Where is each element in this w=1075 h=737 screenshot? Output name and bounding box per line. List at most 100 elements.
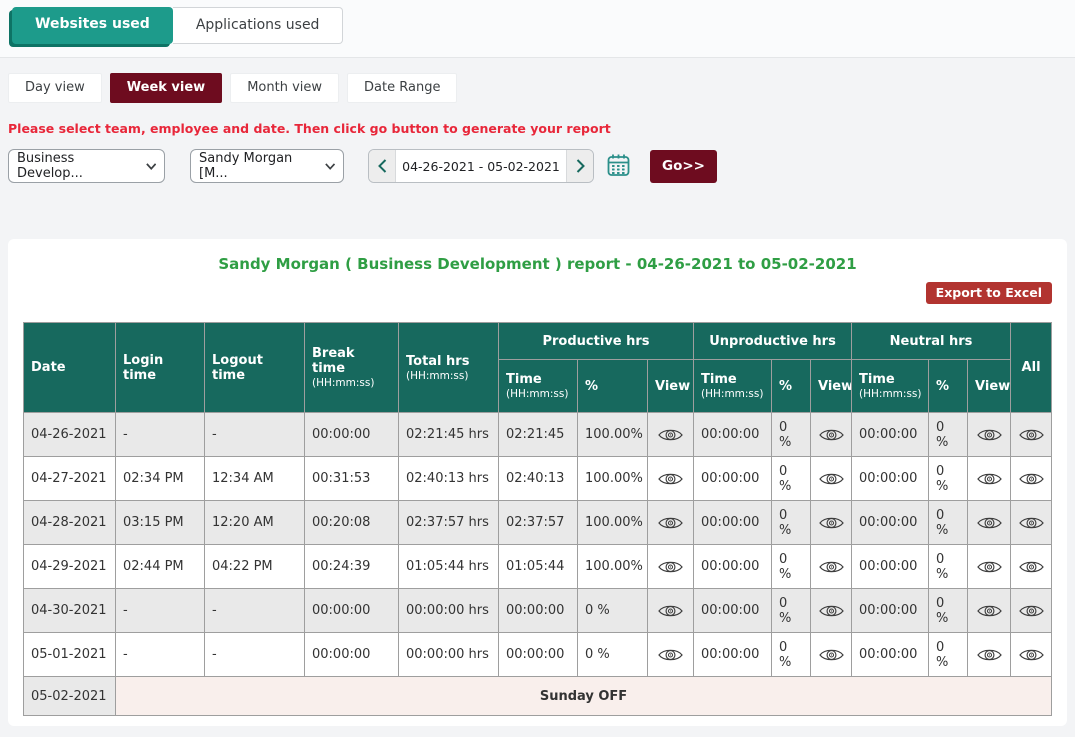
eye-icon [1019, 515, 1044, 531]
productive-time-cell: 01:05:44 [499, 545, 578, 589]
header-logout-time: Logout time [205, 323, 305, 413]
team-select[interactable]: Business Develop... [8, 149, 165, 183]
unproductive-time-cell: 00:00:00 [694, 633, 772, 677]
date-cell: 04-28-2021 [24, 501, 116, 545]
logout-time-cell: 12:34 AM [205, 457, 305, 501]
neutral-view-button[interactable] [968, 589, 1011, 633]
all-view-button[interactable] [1011, 501, 1052, 545]
date-range-picker: 04-26-2021 - 05-02-2021 [368, 149, 594, 183]
eye-icon [658, 427, 683, 443]
unproductive-view-button[interactable] [811, 457, 852, 501]
eye-icon [819, 515, 844, 531]
filter-row: Business Develop... Sandy Morgan [M... 0… [8, 149, 1067, 183]
neutral-time-cell: 00:00:00 [852, 545, 929, 589]
eye-icon [658, 471, 683, 487]
unproductive-time-cell: 00:00:00 [694, 501, 772, 545]
productive-view-button[interactable] [648, 457, 694, 501]
header-date: Date [24, 323, 116, 413]
employee-select[interactable]: Sandy Morgan [M... [190, 149, 344, 183]
sunday-off-row: 05-02-2021Sunday OFF [24, 677, 1052, 716]
productive-time-cell: 00:00:00 [499, 589, 578, 633]
productive-view-button[interactable] [648, 589, 694, 633]
productive-pct-cell: 100.00% [578, 413, 648, 457]
table-header: Date Login time Logout time Break time (… [24, 323, 1052, 413]
unproductive-pct-cell: 0 % [772, 501, 811, 545]
all-view-button[interactable] [1011, 413, 1052, 457]
header-time-label: Time [506, 372, 542, 387]
unproductive-view-button[interactable] [811, 545, 852, 589]
date-range-field[interactable]: 04-26-2021 - 05-02-2021 [396, 150, 566, 182]
table-row: 05-01-2021--00:00:0000:00:00 hrs00:00:00… [24, 633, 1052, 677]
productive-view-button[interactable] [648, 545, 694, 589]
chevron-right-icon [576, 159, 585, 173]
tab-day-view[interactable]: Day view [8, 73, 102, 103]
tab-month-view[interactable]: Month view [230, 73, 339, 103]
break-time-cell: 00:20:08 [305, 501, 399, 545]
eye-icon [977, 427, 1002, 443]
go-button[interactable]: Go>> [650, 150, 717, 183]
eye-icon [658, 647, 683, 663]
date-cell: 05-01-2021 [24, 633, 116, 677]
tab-week-view[interactable]: Week view [110, 73, 222, 103]
header-break-time-format: (HH:mm:ss) [312, 377, 391, 389]
break-time-cell: 00:31:53 [305, 457, 399, 501]
neutral-view-button[interactable] [968, 501, 1011, 545]
header-productive-view: View [648, 360, 694, 413]
unproductive-time-cell: 00:00:00 [694, 589, 772, 633]
productive-view-button[interactable] [648, 633, 694, 677]
report-table: Date Login time Logout time Break time (… [23, 322, 1052, 716]
login-time-cell: 02:44 PM [116, 545, 205, 589]
all-view-button[interactable] [1011, 589, 1052, 633]
unproductive-view-button[interactable] [811, 501, 852, 545]
neutral-view-button[interactable] [968, 457, 1011, 501]
productive-time-cell: 02:37:57 [499, 501, 578, 545]
date-cell: 04-30-2021 [24, 589, 116, 633]
date-cell: 05-02-2021 [24, 677, 116, 716]
productive-time-cell: 00:00:00 [499, 633, 578, 677]
all-view-button[interactable] [1011, 457, 1052, 501]
total-hrs-cell: 02:40:13 hrs [399, 457, 499, 501]
unproductive-view-button[interactable] [811, 633, 852, 677]
tab-date-range[interactable]: Date Range [347, 73, 457, 103]
productive-view-button[interactable] [648, 413, 694, 457]
eye-icon [977, 471, 1002, 487]
header-productive-time: Time (HH:mm:ss) [499, 360, 578, 413]
unproductive-time-cell: 00:00:00 [694, 457, 772, 501]
previous-week-button[interactable] [369, 150, 396, 182]
neutral-pct-cell: 0 % [929, 413, 968, 457]
header-neutral-time: Time (HH:mm:ss) [852, 360, 929, 413]
header-unproductive-time: Time (HH:mm:ss) [694, 360, 772, 413]
header-productive-hrs: Productive hrs [499, 323, 694, 360]
calendar-button[interactable] [607, 153, 630, 180]
export-to-excel-button[interactable]: Export to Excel [926, 282, 1052, 304]
header-unproductive-view: View [811, 360, 852, 413]
team-select-value: Business Develop... [17, 151, 139, 181]
sunday-off-cell: Sunday OFF [116, 677, 1052, 716]
unproductive-pct-cell: 0 % [772, 457, 811, 501]
all-view-button[interactable] [1011, 545, 1052, 589]
break-time-cell: 00:00:00 [305, 589, 399, 633]
tab-applications-used[interactable]: Applications used [173, 7, 344, 44]
eye-icon [819, 647, 844, 663]
neutral-view-button[interactable] [968, 545, 1011, 589]
header-total-hrs: Total hrs (HH:mm:ss) [399, 323, 499, 413]
eye-icon [658, 603, 683, 619]
calendar-icon [607, 153, 630, 177]
header-break-time-label: Break time [312, 346, 355, 376]
productive-view-button[interactable] [648, 501, 694, 545]
neutral-view-button[interactable] [968, 413, 1011, 457]
eye-icon [1019, 603, 1044, 619]
logout-time-cell: - [205, 589, 305, 633]
header-total-hrs-format: (HH:mm:ss) [406, 370, 491, 382]
logout-time-cell: - [205, 413, 305, 457]
neutral-view-button[interactable] [968, 633, 1011, 677]
header-total-hrs-label: Total hrs [406, 354, 469, 369]
report-card: Sandy Morgan ( Business Development ) re… [8, 239, 1067, 726]
unproductive-view-button[interactable] [811, 413, 852, 457]
unproductive-view-button[interactable] [811, 589, 852, 633]
export-row: Export to Excel [8, 282, 1067, 304]
tab-websites-used[interactable]: Websites used [12, 7, 173, 44]
all-view-button[interactable] [1011, 633, 1052, 677]
next-week-button[interactable] [566, 150, 593, 182]
header-all: All [1011, 323, 1052, 413]
